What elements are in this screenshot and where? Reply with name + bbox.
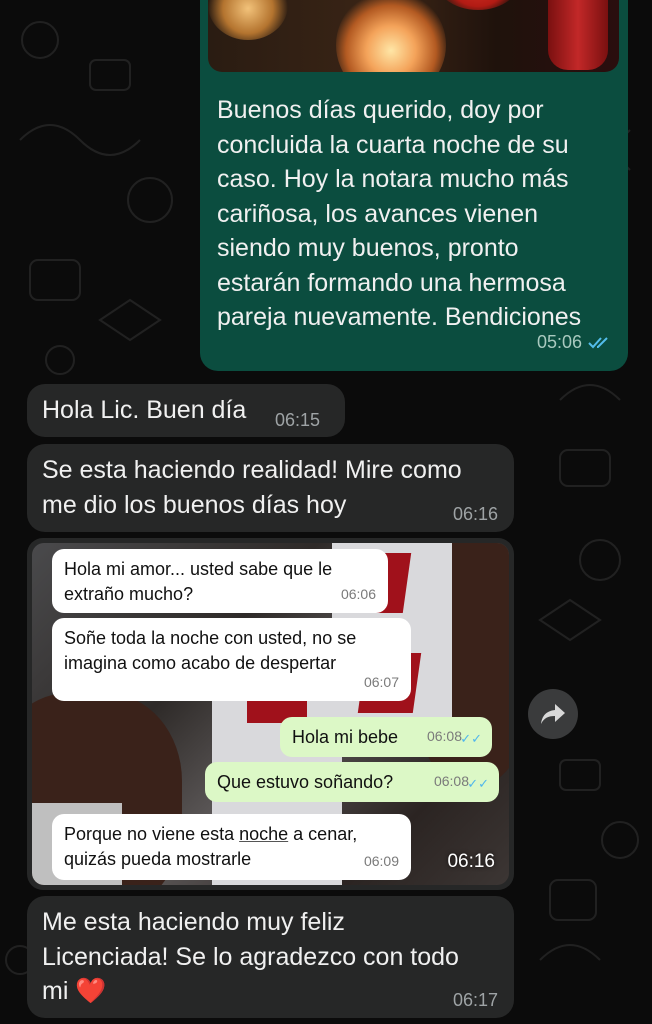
screenshot-bubble-outgoing: Que estuvo soñando? 06:08 ✓✓: [205, 762, 499, 802]
screenshot-bubble-text: Que estuvo soñando?: [217, 772, 394, 792]
attached-photo[interactable]: [208, 0, 619, 72]
screenshot-bubble-incoming: Hola mi amor... usted sabe que le extrañ…: [52, 549, 388, 613]
chat-screenshot-image[interactable]: Hola mi amor... usted sabe que le extrañ…: [32, 543, 509, 885]
screenshot-bubble-time: 06:07: [363, 674, 399, 690]
message-time: 06:16: [452, 504, 498, 524]
screenshot-bubble-text: Hola mi bebe: [292, 727, 399, 747]
screenshot-bubble-text: Hola mi amor... usted sabe que le extrañ…: [64, 559, 333, 604]
incoming-message-bubble[interactable]: Me esta haciendo muy feliz Licenciada! S…: [27, 896, 514, 1018]
message-time: 06:15: [275, 410, 321, 430]
screenshot-bubble-text: Porque no viene esta noche a cenar, quiz…: [64, 824, 358, 869]
message-time: 06:16: [447, 851, 495, 872]
message-time: 06:17: [452, 990, 498, 1010]
forward-arrow-icon: [541, 704, 565, 724]
screenshot-bubble-time: 06:08: [426, 728, 462, 744]
screenshot-bubble-incoming: Porque no viene esta noche a cenar, quiz…: [52, 814, 411, 880]
message-text: Hola Lic. Buen día: [42, 396, 247, 424]
message-text: Me esta haciendo muy feliz Licenciada! S…: [42, 908, 459, 1005]
screenshot-bubble-incoming: Soñe toda la noche con usted, no se imag…: [52, 618, 411, 701]
incoming-message-bubble[interactable]: Hola Lic. Buen día 06:15: [27, 384, 345, 437]
screenshot-bubble-time: 06:08: [433, 773, 469, 789]
double-check-icon: ✓✓: [467, 776, 489, 791]
outgoing-message-bubble[interactable]: Buenos días querido, doy por concluida l…: [200, 0, 628, 371]
screenshot-bubble-time: 06:09: [363, 853, 399, 869]
message-text: Buenos días querido, doy por concluida l…: [217, 96, 582, 331]
message-text: Se esta haciendo realidad! Mire como me …: [42, 456, 462, 519]
forward-button[interactable]: [528, 689, 578, 739]
message-time: 05:06: [536, 332, 582, 352]
screenshot-bubble-time: 06:06: [340, 586, 376, 602]
screenshot-bubble-text: Soñe toda la noche con usted, no se imag…: [64, 628, 357, 673]
double-check-icon: ✓✓: [460, 731, 482, 746]
incoming-image-bubble[interactable]: Hola mi amor... usted sabe que le extrañ…: [27, 538, 514, 890]
incoming-message-bubble[interactable]: Se esta haciendo realidad! Mire como me …: [27, 444, 514, 532]
double-check-icon: [588, 337, 608, 349]
screenshot-bubble-outgoing: Hola mi bebe 06:08 ✓✓: [280, 717, 492, 757]
